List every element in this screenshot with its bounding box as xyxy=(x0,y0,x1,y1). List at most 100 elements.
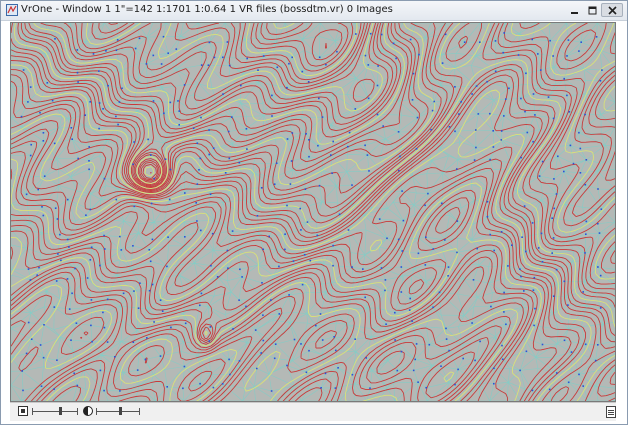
spot-point xyxy=(21,370,23,372)
spot-point xyxy=(90,324,92,327)
spot-point xyxy=(579,172,582,174)
spot-point xyxy=(475,85,478,87)
spot-point xyxy=(227,130,230,133)
spot-point xyxy=(27,268,30,270)
pan-box-icon[interactable] xyxy=(18,406,28,416)
spot-point xyxy=(490,305,492,308)
spot-point xyxy=(584,252,586,254)
spot-point xyxy=(392,42,395,45)
spot-point xyxy=(547,96,550,98)
spot-point xyxy=(553,207,555,210)
spot-point xyxy=(319,313,322,315)
spot-point xyxy=(208,153,210,156)
spot-point xyxy=(196,142,199,144)
spot-point xyxy=(291,56,293,59)
spot-point xyxy=(89,101,91,103)
title-bar[interactable]: VrOne - Window 1 1"=142 1:1701 1:0.64 1 … xyxy=(1,1,627,21)
spot-point xyxy=(524,110,526,113)
contrast-slider[interactable] xyxy=(96,407,140,415)
spot-point xyxy=(260,187,263,189)
spot-point xyxy=(148,289,151,292)
spot-point xyxy=(222,93,224,95)
spot-point xyxy=(460,101,462,103)
spot-point xyxy=(567,39,570,41)
spot-point xyxy=(557,155,559,158)
spot-point xyxy=(212,386,215,389)
spot-point xyxy=(152,100,155,102)
spot-point xyxy=(578,50,580,52)
spot-point xyxy=(354,338,356,340)
spot-point xyxy=(29,279,32,281)
spot-point xyxy=(454,130,456,133)
spot-point xyxy=(503,311,505,313)
spot-point xyxy=(55,280,58,282)
spot-point xyxy=(103,234,105,237)
spot-point xyxy=(486,80,488,83)
spot-point xyxy=(117,123,119,126)
spot-point xyxy=(454,383,456,386)
spot-point xyxy=(520,275,522,278)
spot-point xyxy=(474,359,476,362)
contrast-icon[interactable] xyxy=(83,406,93,416)
spot-point xyxy=(582,385,584,387)
spot-point xyxy=(278,313,281,315)
spot-point xyxy=(364,54,367,57)
close-button[interactable] xyxy=(601,3,623,17)
spot-point xyxy=(169,101,172,104)
spot-point xyxy=(300,343,302,345)
spot-point xyxy=(597,188,599,190)
contour-map[interactable] xyxy=(11,23,615,401)
spot-point xyxy=(351,184,353,186)
spot-point xyxy=(377,65,379,67)
zoom-slider[interactable] xyxy=(32,407,78,415)
contrast-slider-thumb[interactable] xyxy=(119,407,123,415)
spot-point xyxy=(521,236,523,238)
spot-point xyxy=(306,221,309,223)
spot-point xyxy=(227,267,229,269)
spot-point xyxy=(304,188,307,190)
spot-point xyxy=(103,389,105,392)
minimize-button[interactable] xyxy=(567,3,581,17)
spot-point xyxy=(568,111,571,113)
spot-point xyxy=(198,169,200,171)
maximize-button[interactable] xyxy=(585,3,599,17)
spot-point xyxy=(505,98,507,100)
spot-point xyxy=(262,248,264,251)
spot-point xyxy=(456,220,459,222)
spot-point xyxy=(584,343,587,346)
spot-point xyxy=(525,250,527,253)
document-icon[interactable] xyxy=(606,406,616,418)
spot-point xyxy=(585,233,587,235)
spot-point xyxy=(66,198,69,201)
spot-point xyxy=(42,356,45,359)
spot-point xyxy=(553,178,555,180)
spot-point xyxy=(208,340,211,342)
spot-point xyxy=(337,367,339,369)
spot-point xyxy=(22,389,24,392)
spot-point xyxy=(86,277,89,279)
spot-point xyxy=(178,124,180,126)
spot-point xyxy=(85,214,87,216)
zoom-slider-thumb[interactable] xyxy=(58,407,62,415)
spot-point xyxy=(98,70,100,72)
spot-point xyxy=(448,349,450,352)
spot-point xyxy=(144,358,147,361)
spot-point xyxy=(441,202,443,205)
spot-point xyxy=(475,129,477,131)
close-icon xyxy=(607,5,617,15)
map-viewport[interactable] xyxy=(10,22,616,402)
spot-point xyxy=(458,113,460,115)
spot-point xyxy=(213,56,216,59)
spot-point xyxy=(27,101,29,103)
spot-point xyxy=(284,233,286,235)
spot-point xyxy=(501,358,504,361)
spot-point xyxy=(256,215,259,217)
spot-point xyxy=(56,218,59,220)
spot-point xyxy=(540,69,542,71)
spot-point xyxy=(427,192,429,195)
spot-point xyxy=(331,172,333,174)
spot-point xyxy=(367,64,370,66)
spot-point xyxy=(286,364,288,367)
spot-point xyxy=(394,339,396,341)
spot-point xyxy=(239,268,241,271)
